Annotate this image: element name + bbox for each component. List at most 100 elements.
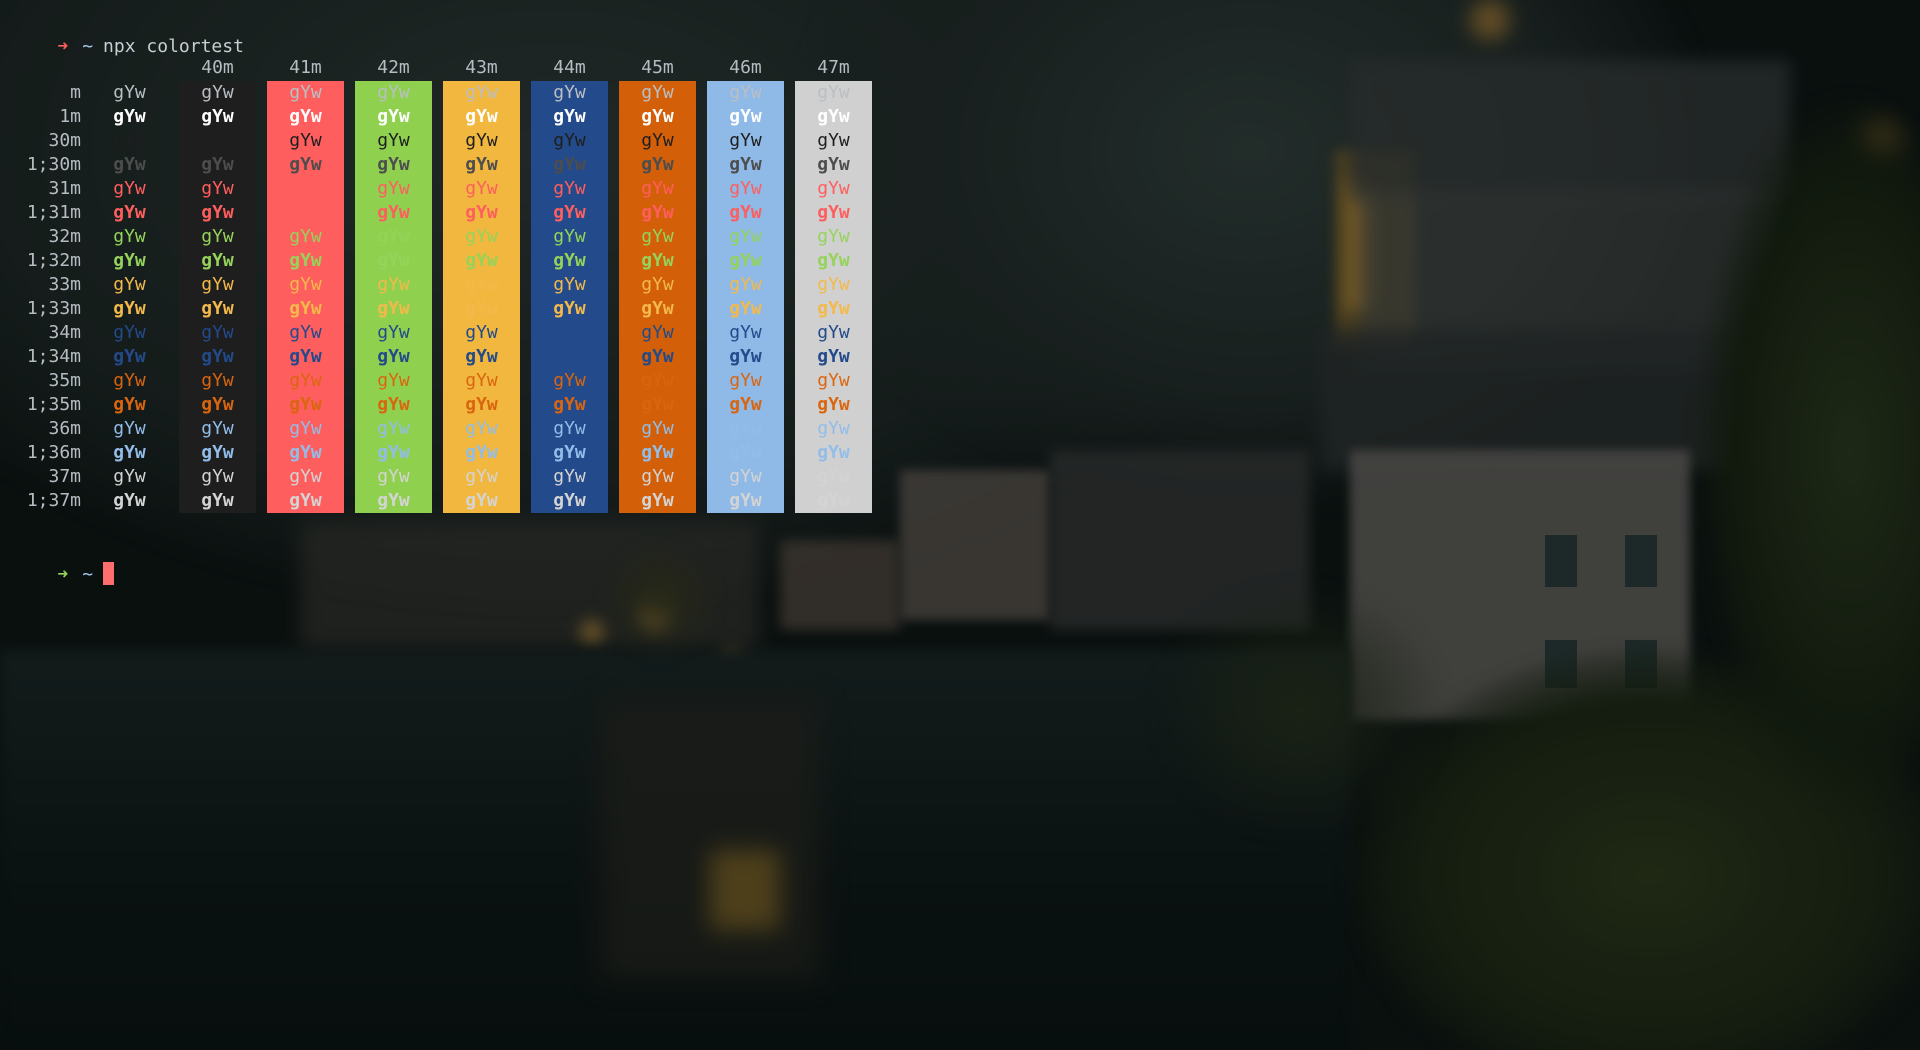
sample-text: gYw: [465, 490, 498, 511]
sample-text: gYw: [817, 322, 850, 343]
sample-text: gYw: [553, 490, 586, 511]
sample-text: gYw: [817, 490, 850, 511]
row-label: 1;33m: [26, 298, 81, 319]
column-header: 42m: [377, 57, 410, 78]
sample-text: gYw: [289, 490, 322, 511]
sample-text: gYw: [113, 82, 146, 103]
prompt-cwd: ~: [82, 36, 94, 57]
sample-text: gYw: [201, 154, 234, 175]
sample-text: gYw: [289, 82, 322, 103]
sample-text: gYw: [289, 370, 322, 391]
sample-text: gYw: [465, 394, 498, 415]
sample-text: gYw: [465, 130, 498, 151]
row-label: 35m: [48, 370, 81, 391]
sample-text: gYw: [289, 130, 322, 151]
sample-text: gYw: [465, 442, 498, 463]
sample-text: gYw: [289, 322, 322, 343]
prompt-arrow-icon: ➜: [57, 36, 69, 57]
sample-text: gYw: [113, 226, 146, 247]
sample-text: gYw: [729, 442, 762, 463]
sample-text: gYw: [465, 178, 498, 199]
sample-text: gYw: [377, 418, 410, 439]
sample-text: gYw: [817, 274, 850, 295]
sample-text: gYw: [729, 370, 762, 391]
prompt-cwd: ~: [82, 564, 94, 585]
column-header: 45m: [641, 57, 674, 78]
sample-text: gYw: [201, 274, 234, 295]
sample-text: gYw: [289, 154, 322, 175]
sample-text: gYw: [377, 106, 410, 127]
sample-text: gYw: [289, 178, 322, 199]
sample-text: gYw: [465, 250, 498, 271]
column-header: 40m: [201, 57, 234, 78]
sample-text: gYw: [113, 490, 146, 511]
sample-text: gYw: [465, 154, 498, 175]
sample-text: gYw: [729, 274, 762, 295]
row-label: 1;34m: [26, 346, 81, 367]
sample-text: gYw: [465, 226, 498, 247]
sample-text: gYw: [729, 82, 762, 103]
sample-text: gYw: [553, 178, 586, 199]
sample-text: gYw: [641, 346, 674, 367]
sample-text: gYw: [113, 394, 146, 415]
sample-text: gYw: [289, 250, 322, 271]
terminal-window[interactable]: ➜ ~ npx colortest 40m 41m 42m 43m 44m 45m 46m 47m…: [0, 0, 1920, 1050]
sample-text: gYw: [201, 82, 234, 103]
sample-text: gYw: [553, 442, 586, 463]
sample-text: gYw: [817, 346, 850, 367]
sample-text: gYw: [377, 394, 410, 415]
sample-text: gYw: [377, 466, 410, 487]
sample-text: gYw: [641, 298, 674, 319]
prompt-arrow-icon: ➜: [57, 564, 69, 585]
sample-text: gYw: [729, 178, 762, 199]
sample-text: gYw: [641, 154, 674, 175]
sample-text: gYw: [289, 202, 322, 223]
column-header: 47m: [817, 57, 850, 78]
column-header: 41m: [289, 57, 322, 78]
sample-text: gYw: [729, 346, 762, 367]
sample-text: gYw: [113, 370, 146, 391]
sample-text: gYw: [201, 298, 234, 319]
sample-text: gYw: [201, 322, 234, 343]
sample-text: gYw: [553, 154, 586, 175]
sample-text: gYw: [289, 418, 322, 439]
sample-text: gYw: [817, 394, 850, 415]
sample-text: gYw: [641, 202, 674, 223]
sample-text: gYw: [553, 466, 586, 487]
sample-text: gYw: [377, 298, 410, 319]
row-label: 1;31m: [26, 202, 81, 223]
sample-text: gYw: [553, 250, 586, 271]
sample-text: gYw: [729, 106, 762, 127]
sample-text: gYw: [553, 394, 586, 415]
sample-text: gYw: [289, 226, 322, 247]
prompt-line[interactable]: ➜ ~: [14, 536, 115, 585]
sample-text: gYw: [113, 466, 146, 487]
row-label: 1m: [59, 106, 81, 127]
sample-text: gYw: [201, 202, 234, 223]
sample-text: gYw: [201, 370, 234, 391]
sample-text: gYw: [465, 82, 498, 103]
sample-text: gYw: [465, 346, 498, 367]
sample-text: gYw: [377, 274, 410, 295]
command-text: npx colortest: [103, 36, 244, 57]
sample-text: gYw: [553, 226, 586, 247]
sample-text: gYw: [113, 298, 146, 319]
sample-text: gYw: [817, 226, 850, 247]
sample-text: gYw: [553, 202, 586, 223]
sample-text: gYw: [201, 466, 234, 487]
sample-text: gYw: [817, 298, 850, 319]
sample-text: gYw: [641, 418, 674, 439]
sample-text: gYw: [817, 418, 850, 439]
sample-text: gYw: [201, 130, 234, 151]
sample-text: gYw: [553, 322, 586, 343]
row-label: m: [70, 82, 81, 103]
sample-text: gYw: [289, 346, 322, 367]
sample-text: gYw: [553, 82, 586, 103]
row-label: 1;37m: [26, 490, 81, 511]
sample-text: gYw: [465, 466, 498, 487]
sample-text: gYw: [553, 370, 586, 391]
row-label: 33m: [48, 274, 81, 295]
sample-text: gYw: [729, 418, 762, 439]
command-line: ➜ ~ npx colortest: [14, 8, 244, 57]
sample-text: gYw: [201, 490, 234, 511]
